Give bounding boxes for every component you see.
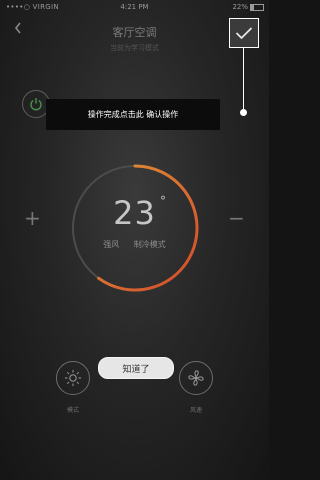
mode-info: 强风 制冷模式 [0, 239, 269, 250]
battery-percent: 22% [232, 3, 248, 11]
mode-label: 制冷模式 [133, 240, 166, 249]
fan-speed-button-label: 风速 [189, 407, 202, 414]
tooltip-text: 操作完成点击此 确认操作 [87, 110, 179, 119]
increase-temperature-button[interactable]: + [24, 206, 41, 230]
sun-icon [65, 370, 81, 386]
mode-button[interactable] [56, 361, 90, 395]
status-bar: ••••○ VIRGIN 4:21 PM 22% [0, 0, 269, 14]
tooltip-pointer-line [243, 48, 244, 111]
confirm-button[interactable] [229, 18, 259, 48]
degree-symbol: ° [160, 194, 166, 208]
decrease-temperature-button[interactable]: − [228, 206, 245, 230]
app-screen: ••••○ VIRGIN 4:21 PM 22% 客厅空调 当前为学习模式 操作… [0, 0, 269, 480]
clock: 4:21 PM [120, 3, 149, 11]
fan-speed-button[interactable] [179, 361, 213, 395]
wind-speed-label: 强风 [103, 240, 120, 249]
mode-button-label: 模式 [66, 407, 79, 414]
battery-indicator: 22% [232, 3, 264, 11]
fan-icon [188, 370, 204, 386]
battery-icon [250, 3, 264, 11]
tooltip-pointer-dot [240, 109, 247, 116]
power-icon [30, 98, 42, 111]
checkmark-icon [235, 27, 253, 40]
got-it-button[interactable]: 知道了 [98, 357, 174, 379]
guide-tooltip: 操作完成点击此 确认操作 [46, 99, 220, 130]
